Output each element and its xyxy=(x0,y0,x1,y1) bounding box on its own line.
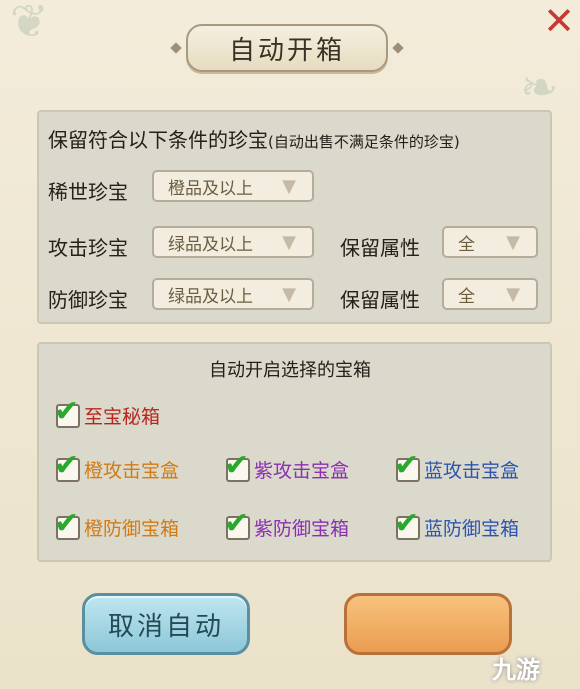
attack-attr-dropdown[interactable]: 全 ▼ xyxy=(442,226,538,258)
chest-label: 橙攻击宝盒 xyxy=(84,460,180,482)
checkmark-icon: ✔ xyxy=(54,448,80,483)
defense-quality-dropdown[interactable]: 绿品及以上 ▼ xyxy=(152,278,314,310)
chevron-down-icon: ▼ xyxy=(282,232,296,253)
checkmark-icon: ✔ xyxy=(394,506,420,541)
chest-section-title: 自动开启选择的宝箱 xyxy=(209,360,371,381)
attack-attr-label: 保留属性 xyxy=(340,236,420,260)
dialog-title: 自动开箱 xyxy=(186,24,388,72)
checkmark-icon: ✔ xyxy=(394,448,420,483)
chest-label: 橙防御宝箱 xyxy=(84,518,180,540)
defense-attr-label: 保留属性 xyxy=(340,288,420,312)
filter-hint: 保留符合以下条件的珍宝(自动出售不满足条件的珍宝) xyxy=(48,124,460,153)
checkmark-icon: ✔ xyxy=(54,506,80,541)
defense-quality-value: 绿品及以上 xyxy=(168,286,253,307)
chest-checkbox[interactable]: ✔ xyxy=(394,448,420,483)
attack-treasure-label: 攻击珍宝 xyxy=(48,236,128,260)
attack-quality-dropdown[interactable]: 绿品及以上 ▼ xyxy=(152,226,314,258)
close-x-icon[interactable]: ✕ xyxy=(542,2,576,40)
chevron-down-icon: ▼ xyxy=(282,176,296,197)
chest-checkbox[interactable]: ✔ xyxy=(54,448,80,483)
watermark-logo: 九游 xyxy=(492,656,540,684)
chest-checkbox[interactable]: ✔ xyxy=(224,506,250,541)
chest-label: 紫攻击宝盒 xyxy=(254,460,350,482)
chevron-down-icon: ▼ xyxy=(282,284,296,305)
attack-quality-value: 绿品及以上 xyxy=(168,234,253,255)
chest-label: 至宝秘箱 xyxy=(84,406,161,428)
chest-checkbox[interactable]: ✔ xyxy=(394,506,420,541)
rare-quality-value: 橙品及以上 xyxy=(168,178,253,199)
checkmark-icon: ✔ xyxy=(224,448,250,483)
defense-attr-value: 全 xyxy=(458,286,475,307)
chest-label: 蓝防御宝箱 xyxy=(424,518,520,540)
chest-checkbox[interactable]: ✔ xyxy=(54,506,80,541)
checkmark-icon: ✔ xyxy=(54,394,80,429)
chevron-down-icon: ▼ xyxy=(506,284,520,305)
leaf-decoration-icon: ❧ xyxy=(520,60,559,114)
defense-attr-dropdown[interactable]: 全 ▼ xyxy=(442,278,538,310)
filter-hint-note: (自动出售不满足条件的珍宝) xyxy=(268,133,460,151)
filter-hint-text: 保留符合以下条件的珍宝 xyxy=(48,128,268,152)
confirm-button[interactable] xyxy=(344,593,512,655)
attack-attr-value: 全 xyxy=(458,234,475,255)
chest-label: 紫防御宝箱 xyxy=(254,518,350,540)
chest-checkbox[interactable]: ✔ xyxy=(54,394,80,429)
chevron-down-icon: ▼ xyxy=(506,232,520,253)
cancel-auto-button[interactable]: 取消自动 xyxy=(82,593,250,655)
checkmark-icon: ✔ xyxy=(224,506,250,541)
leaf-decoration-icon: ❦ xyxy=(10,0,49,48)
chest-label: 蓝攻击宝盒 xyxy=(424,460,520,482)
rare-treasure-label: 稀世珍宝 xyxy=(48,180,128,204)
auto-open-dialog: ❦ ❧ 自动开箱 ✕ 保留符合以下条件的珍宝(自动出售不满足条件的珍宝) 稀世珍… xyxy=(0,0,580,689)
defense-treasure-label: 防御珍宝 xyxy=(48,288,128,312)
chest-checkbox[interactable]: ✔ xyxy=(224,448,250,483)
rare-quality-dropdown[interactable]: 橙品及以上 ▼ xyxy=(152,170,314,202)
